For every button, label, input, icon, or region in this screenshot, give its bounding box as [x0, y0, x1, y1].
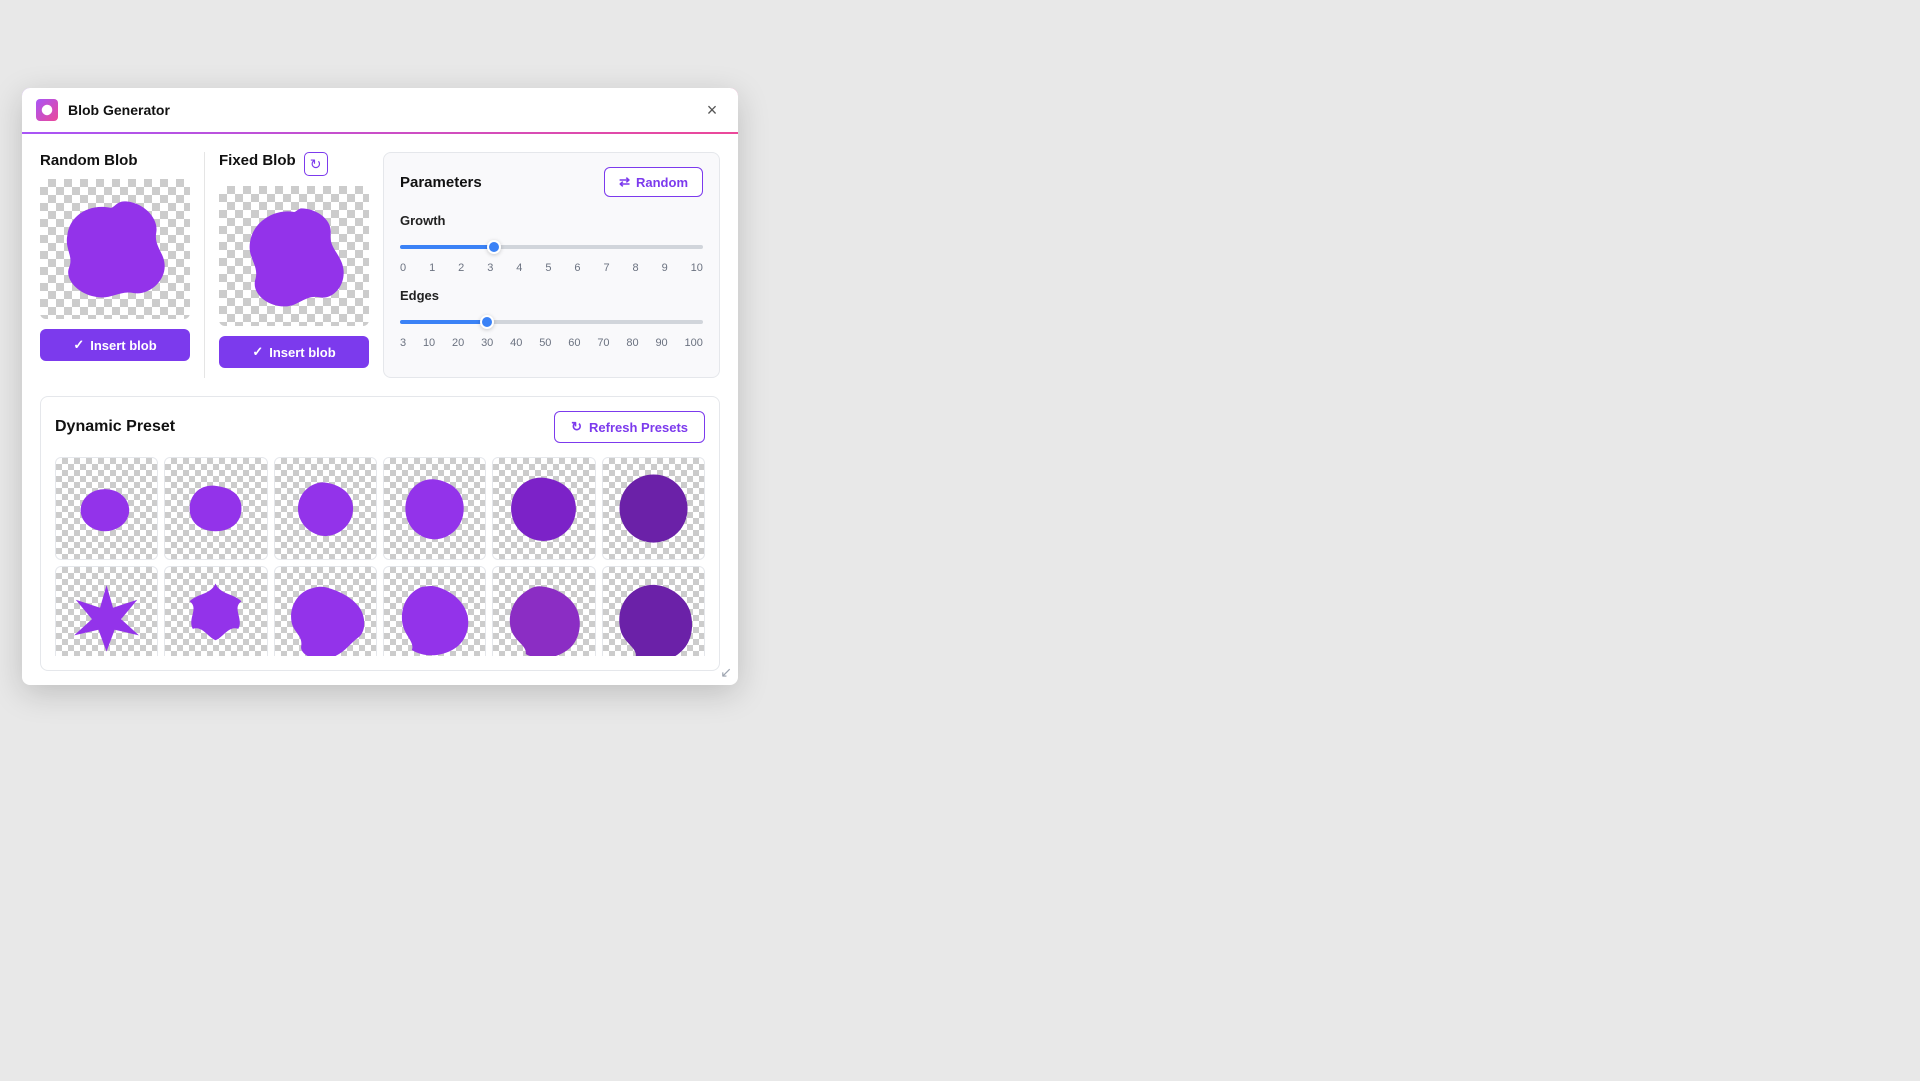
random-blob-panel: Random Blob ✓ Insert blob [40, 152, 190, 378]
preset-item-3[interactable] [274, 457, 377, 560]
preset-item-8[interactable] [164, 566, 267, 656]
fixed-blob-header: Fixed Blob ↻ [219, 152, 328, 176]
parameters-panel: Parameters ⇄ Random Growth 0 1 2 [383, 152, 720, 378]
preset-item-12[interactable] [602, 566, 705, 656]
preset-item-11[interactable] [492, 566, 595, 656]
dynamic-preset-section: Dynamic Preset ↻ Refresh Presets [40, 396, 720, 671]
random-blob-preview [40, 179, 190, 319]
dialog-title: Blob Generator [68, 102, 700, 118]
parameters-header: Parameters ⇄ Random [400, 167, 703, 197]
dialog-body: Random Blob ✓ Insert blob Fixed Blob ↻ [22, 134, 738, 685]
growth-param-group: Growth 0 1 2 3 4 5 6 7 8 9 [400, 213, 703, 274]
preset-item-7[interactable] [55, 566, 158, 656]
preset-item-1[interactable] [55, 457, 158, 560]
growth-slider[interactable] [400, 245, 703, 249]
preset-header: Dynamic Preset ↻ Refresh Presets [55, 411, 705, 443]
shuffle-icon: ⇄ [619, 174, 630, 190]
growth-label: Growth [400, 213, 703, 228]
preset-item-4[interactable] [383, 457, 486, 560]
fixed-blob-insert-button[interactable]: ✓ Insert blob [219, 336, 369, 368]
fixed-blob-panel: Fixed Blob ↻ ✓ Insert blob [204, 152, 369, 378]
random-button[interactable]: ⇄ Random [604, 167, 703, 197]
edges-slider[interactable] [400, 320, 703, 324]
check-icon: ✓ [73, 337, 84, 353]
edges-labels: 3 10 20 30 40 50 60 70 80 90 100 [400, 337, 703, 349]
refresh-presets-icon: ↻ [571, 419, 582, 435]
app-icon [36, 99, 58, 121]
fixed-blob-title: Fixed Blob [219, 152, 296, 169]
preset-grid-row2 [55, 566, 705, 656]
preset-title: Dynamic Preset [55, 418, 175, 436]
fixed-blob-refresh-button[interactable]: ↻ [304, 152, 328, 176]
fixed-blob-preview [219, 186, 369, 326]
random-blob-title: Random Blob [40, 152, 138, 169]
preset-item-6[interactable] [602, 457, 705, 560]
preset-item-9[interactable] [274, 566, 377, 656]
growth-labels: 0 1 2 3 4 5 6 7 8 9 10 [400, 262, 703, 274]
title-bar: Blob Generator × [22, 88, 738, 134]
edges-label: Edges [400, 288, 703, 303]
refresh-presets-button[interactable]: ↻ Refresh Presets [554, 411, 705, 443]
edges-param-group: Edges 3 10 20 30 40 50 60 70 80 90 [400, 288, 703, 349]
preset-item-5[interactable] [492, 457, 595, 560]
preset-item-10[interactable] [383, 566, 486, 656]
check-icon-2: ✓ [252, 344, 263, 360]
preset-item-2[interactable] [164, 457, 267, 560]
top-section: Random Blob ✓ Insert blob Fixed Blob ↻ [40, 152, 720, 378]
blob-generator-dialog: Blob Generator × Random Blob ✓ Insert bl… [22, 88, 738, 685]
parameters-title: Parameters [400, 174, 482, 191]
resize-handle[interactable]: ↙ [720, 664, 732, 681]
preset-grid-row1 [55, 457, 705, 560]
close-button[interactable]: × [700, 98, 724, 122]
random-blob-insert-button[interactable]: ✓ Insert blob [40, 329, 190, 361]
